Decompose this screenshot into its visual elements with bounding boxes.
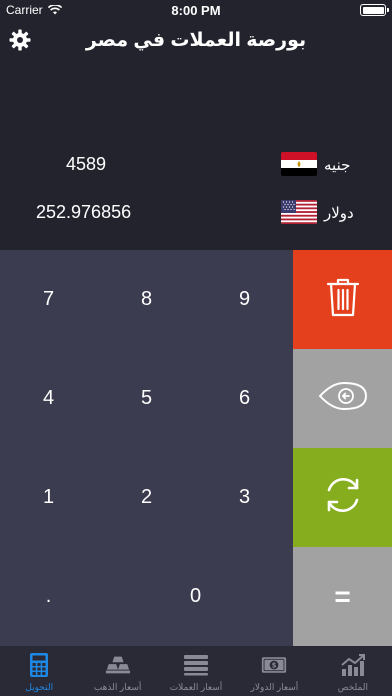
backspace-button[interactable]: [293, 349, 392, 448]
key-1[interactable]: 1: [0, 448, 97, 547]
key-0[interactable]: 0: [147, 547, 244, 646]
list-icon: [183, 652, 209, 678]
tab-bar: التحويل أسعار الذهب أسعار العملات $ أسعا…: [0, 646, 392, 696]
dollar-bill-icon: $: [261, 652, 287, 678]
tab-currency-prices[interactable]: أسعار العملات: [157, 646, 235, 696]
tab-convert-label: التحويل: [25, 682, 54, 692]
tab-dollar-prices-label: أسعار الدولار: [250, 682, 299, 692]
us-flag-icon[interactable]: [281, 200, 317, 224]
key-7[interactable]: 7: [0, 250, 97, 349]
key-2[interactable]: 2: [98, 448, 195, 547]
usd-value: 252.976856: [36, 202, 132, 222]
tab-currency-prices-label: أسعار العملات: [169, 682, 223, 692]
app-title: بورصة العملات في مصر: [85, 29, 307, 51]
egp-currency-label: جنيه: [324, 157, 351, 174]
status-bar: Carrier 8:00 PM: [0, 0, 392, 20]
tab-convert[interactable]: التحويل: [0, 646, 78, 696]
backspace-icon: [318, 381, 368, 416]
battery-icon: [360, 4, 389, 16]
clear-button[interactable]: [293, 250, 392, 349]
egypt-flag-icon[interactable]: [281, 152, 317, 176]
status-left: Carrier: [6, 3, 156, 17]
tab-summary[interactable]: الملخص: [314, 646, 392, 696]
key-9[interactable]: 9: [196, 250, 293, 349]
equals-button[interactable]: =: [293, 547, 392, 646]
key-5[interactable]: 5: [98, 349, 195, 448]
key-3[interactable]: 3: [196, 448, 293, 547]
tab-summary-label: الملخص: [337, 682, 368, 692]
gear-icon[interactable]: [8, 28, 32, 52]
egp-value: 4589: [66, 154, 107, 174]
calculator-icon: [26, 652, 52, 678]
key-decimal[interactable]: .: [0, 547, 97, 646]
tab-dollar-prices[interactable]: $ أسعار الدولار: [235, 646, 313, 696]
svg-text:$: $: [272, 662, 277, 670]
usd-currency-label: دولار: [324, 205, 354, 222]
gold-bars-icon: [105, 652, 131, 678]
currency-row-usd[interactable]: 252.976856 دولار: [0, 198, 392, 228]
header: بورصة العملات في مصر: [0, 20, 392, 60]
key-6[interactable]: 6: [196, 349, 293, 448]
status-right: [360, 4, 389, 16]
tab-gold-prices-label: أسعار الذهب: [93, 682, 142, 692]
number-keypad: 7 8 9 4 5 6 1 2 3 . 0: [0, 250, 293, 646]
carrier-label: Carrier: [6, 3, 43, 17]
chart-icon: [340, 652, 366, 678]
refresh-icon: [321, 473, 365, 522]
wifi-icon: [47, 5, 62, 15]
key-8[interactable]: 8: [98, 250, 195, 349]
converter-display: 4589 جنيه 252.976856 دولار: [0, 60, 392, 250]
currency-row-egp[interactable]: 4589 جنيه: [0, 150, 392, 180]
trash-icon: [326, 277, 360, 322]
swap-button[interactable]: [293, 448, 392, 547]
key-4[interactable]: 4: [0, 349, 97, 448]
battery-level-fill: [362, 6, 384, 14]
tab-gold-prices[interactable]: أسعار الذهب: [78, 646, 156, 696]
operations-column: =: [293, 250, 392, 646]
